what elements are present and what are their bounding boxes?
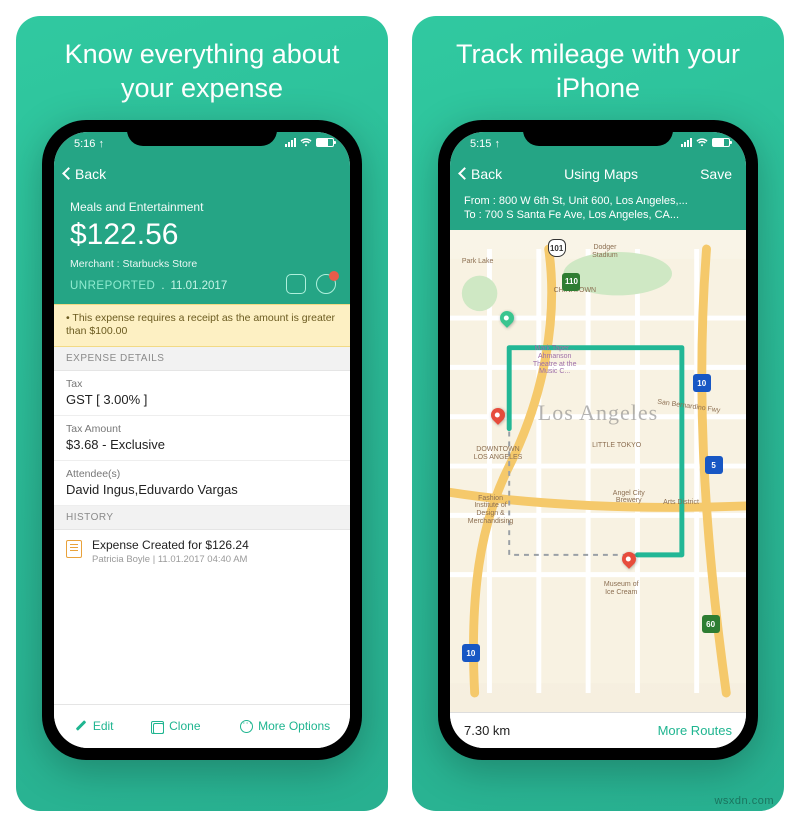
shield-i5: 5	[705, 456, 723, 474]
route-distance: 7.30 km	[464, 723, 510, 738]
pencil-icon	[74, 719, 88, 733]
back-button[interactable]: Back	[460, 166, 502, 182]
alert-icon[interactable]	[316, 274, 336, 294]
route-to[interactable]: To : 700 S Santa Fe Ave, Los Angeles, CA…	[464, 208, 732, 222]
chevron-left-icon	[458, 167, 471, 180]
promo-panel-mileage: Track mileage with your iPhone 5:15 ↑ Ba…	[412, 16, 784, 811]
expense-status-date: 11.01.2017	[171, 280, 228, 292]
signal-icon	[681, 138, 692, 147]
navbar: Back	[54, 160, 350, 190]
map-footer: 7.30 km More Routes	[450, 712, 746, 748]
clone-icon	[153, 723, 164, 734]
row-attendees[interactable]: Attendee(s) David Ingus,Eduvardo Vargas	[54, 461, 350, 506]
row-label: Attendee(s)	[66, 468, 338, 480]
battery-icon	[316, 138, 334, 147]
shield-us-101: 101	[548, 239, 566, 257]
navbar: Back Using Maps Save	[450, 160, 746, 190]
statusbar: 5:16 ↑	[54, 132, 350, 160]
poi-museum: Museum of Ice Cream	[604, 581, 639, 596]
expense-hero: Meals and Entertainment $122.56 Merchant…	[54, 190, 350, 304]
status-time: 5:16 ↑	[74, 138, 104, 150]
phone-frame-right: 5:15 ↑ Back Using Maps Save From : 800 W…	[438, 120, 758, 760]
map-view[interactable]: Los Angeles Dodger Stadium Park Lake CHI…	[450, 230, 746, 712]
shield-i10b: 10	[462, 644, 480, 662]
expense-merchant: Merchant : Starbucks Store	[70, 258, 334, 270]
headline-right: Track mileage with your iPhone	[432, 38, 764, 106]
poi-angel: Angel City Brewery	[613, 490, 645, 505]
phone-frame-left: 5:16 ↑ Back Meals and Entertainment $122…	[42, 120, 362, 760]
poi-dodger: Dodger Stadium	[592, 244, 618, 259]
map-svg	[450, 230, 746, 712]
more-icon	[240, 720, 253, 733]
history-item[interactable]: Expense Created for $126.24 Patricia Boy…	[54, 530, 350, 573]
history-sub: Patricia Boyle | 11.01.2017 04:40 AM	[92, 554, 249, 565]
expense-amount: $122.56	[70, 218, 334, 252]
status-time: 5:15 ↑	[470, 138, 500, 150]
poi-fashion: Fashion Institute of Design & Merchandis…	[468, 495, 514, 526]
signal-icon	[285, 138, 296, 147]
nav-title: Using Maps	[564, 166, 638, 182]
clone-button[interactable]: Clone	[153, 719, 200, 733]
document-icon	[66, 540, 82, 558]
save-button[interactable]: Save	[700, 166, 732, 182]
row-value: GST [ 3.00% ]	[66, 392, 338, 407]
screen-map: 5:15 ↑ Back Using Maps Save From : 800 W…	[450, 132, 746, 748]
wifi-icon	[696, 138, 708, 147]
route-addresses: From : 800 W 6th St, Unit 600, Los Angel…	[450, 190, 746, 230]
expense-category: Meals and Entertainment	[70, 200, 334, 214]
screen-expense: 5:16 ↑ Back Meals and Entertainment $122…	[54, 132, 350, 748]
row-value: $3.68 - Exclusive	[66, 437, 338, 452]
row-tax[interactable]: Tax GST [ 3.00% ]	[54, 371, 350, 416]
poi-downtown: DOWNTOWN LOS ANGELES	[474, 446, 523, 461]
promo-panel-expense: Know everything about your expense 5:16 …	[16, 16, 388, 811]
statusbar: 5:15 ↑	[450, 132, 746, 160]
poi-taper: Mark Taper... Ahmanson Theatre at the Mu…	[533, 345, 577, 376]
more-routes-button[interactable]: More Routes	[658, 723, 732, 738]
status-separator: .	[161, 280, 164, 292]
wifi-icon	[300, 138, 312, 147]
expense-status: UNREPORTED	[70, 280, 155, 292]
battery-icon	[712, 138, 730, 147]
policy-alert: • This expense requires a receipt as the…	[54, 304, 350, 347]
section-header-history: HISTORY	[54, 506, 350, 530]
shield-i10: 10	[693, 374, 711, 392]
row-value: David Ingus,Eduvardo Vargas	[66, 482, 338, 497]
status-right	[285, 138, 334, 147]
shield-ca-60: 60	[702, 615, 720, 633]
row-label: Tax Amount	[66, 423, 338, 435]
route-from[interactable]: From : 800 W 6th St, Unit 600, Los Angel…	[464, 194, 732, 208]
poi-park: Park Lake	[462, 258, 494, 266]
watermark: wsxdn.com	[714, 795, 774, 807]
edit-button[interactable]: Edit	[74, 719, 114, 733]
status-right	[681, 138, 730, 147]
section-header-details: EXPENSE DETAILS	[54, 347, 350, 371]
shield-ca-110: 110	[562, 273, 580, 291]
poi-arts: Arts District	[663, 499, 699, 507]
row-tax-amount[interactable]: Tax Amount $3.68 - Exclusive	[54, 416, 350, 461]
history-title: Expense Created for $126.24	[92, 538, 249, 552]
chevron-left-icon	[62, 167, 75, 180]
map-city-label: Los Angeles	[538, 400, 658, 426]
attach-receipt-icon[interactable]	[286, 274, 306, 294]
poi-little-tokyo: LITTLE TOKYO	[592, 442, 641, 450]
row-label: Tax	[66, 378, 338, 390]
back-button[interactable]: Back	[64, 166, 106, 182]
bottom-toolbar: Edit Clone More Options	[54, 704, 350, 748]
headline-left: Know everything about your expense	[36, 38, 368, 106]
more-options-button[interactable]: More Options	[240, 719, 330, 733]
